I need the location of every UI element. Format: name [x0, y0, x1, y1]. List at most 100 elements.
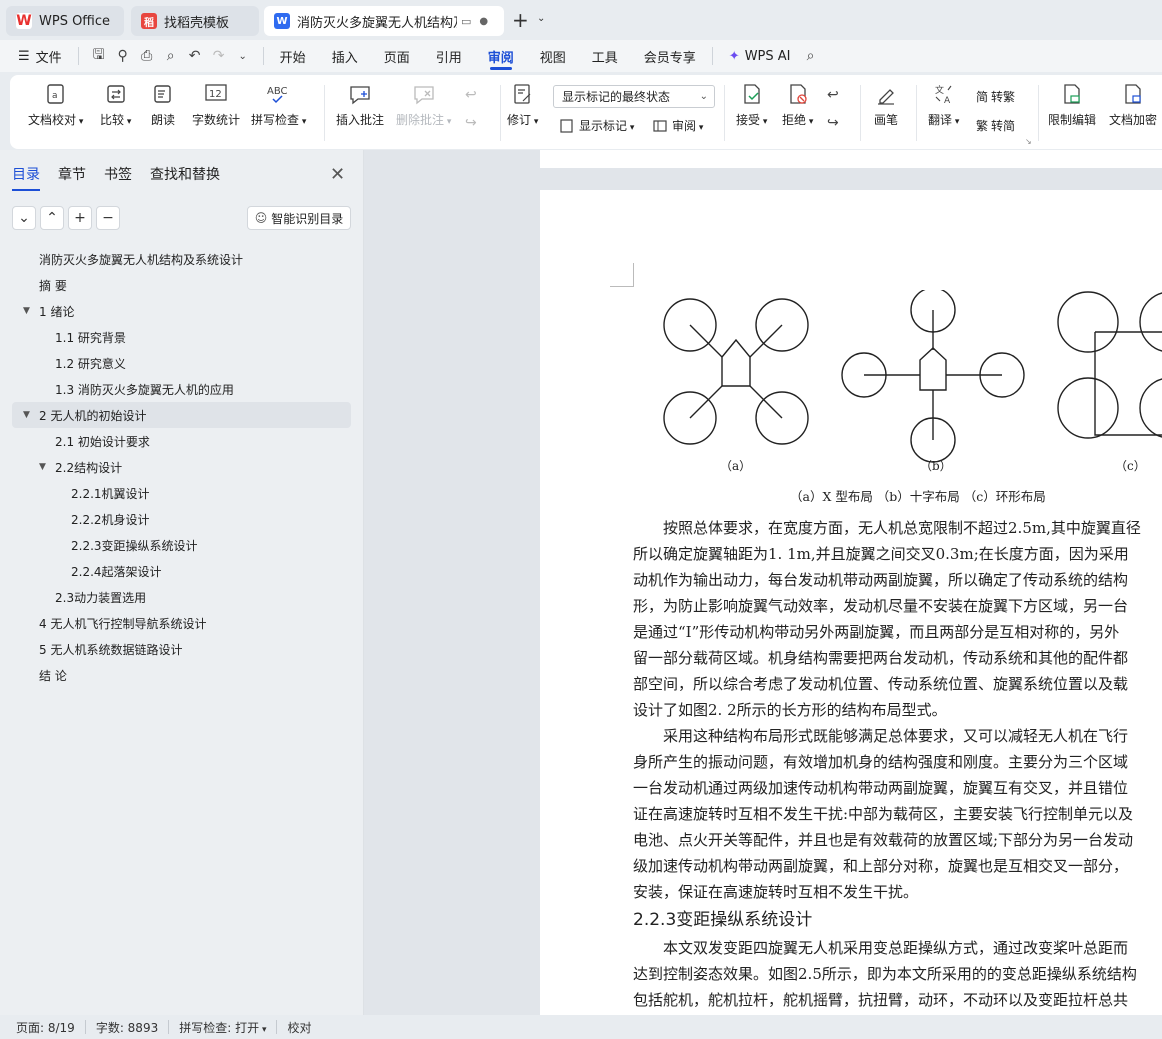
doc-proof-button[interactable]: a 文档校对	[28, 83, 83, 128]
restrict-edit-button[interactable]: 限制编辑	[1048, 83, 1096, 128]
collapse-up-button[interactable]: ⌃	[40, 206, 64, 230]
prev-change-icon[interactable]: ↩	[827, 87, 839, 103]
toc-item[interactable]: 2.2.2机身设计	[12, 506, 351, 532]
spell-check-toggle[interactable]: 拼写检查: 打开	[179, 1019, 276, 1036]
page-indicator[interactable]: 页面: 8/19	[16, 1019, 85, 1036]
menu-tab-review[interactable]: 审阅	[480, 40, 522, 72]
toc-item[interactable]: 2.3动力装置选用	[12, 584, 351, 610]
tab-bookmarks[interactable]: 书签	[104, 164, 132, 191]
next-comment-icon[interactable]: ↪	[465, 115, 477, 131]
toc-item[interactable]: ▼ 2 无人机的初始设计	[12, 402, 351, 428]
menu-tab-insert[interactable]: 插入	[324, 40, 366, 72]
toc-item[interactable]: 1.2 研究意义	[12, 350, 351, 376]
next-change-icon[interactable]: ↪	[827, 115, 839, 131]
add-heading-button[interactable]: +	[68, 206, 92, 230]
chevron-up-icon: ⌃	[46, 210, 58, 226]
tab-wps-office[interactable]: W WPS Office	[6, 6, 124, 36]
toc-item[interactable]: 2.2.3变距操纵系统设计	[12, 532, 351, 558]
new-tab-plus-icon[interactable]: +	[512, 8, 529, 32]
toc-item[interactable]: 1.3 消防灭火多旋翼无人机的应用	[12, 376, 351, 402]
wps-ai-button[interactable]: ✦ WPS AI	[721, 40, 799, 72]
expand-triangle-icon[interactable]: ▼	[23, 306, 30, 316]
accept-icon	[744, 84, 760, 104]
dialog-launcher-icon[interactable]: ↘	[1025, 137, 1032, 146]
menu-tab-member[interactable]: 会员专享	[636, 40, 704, 72]
review-pane-button[interactable]: 审阅	[652, 117, 703, 134]
tab-sections[interactable]: 章节	[58, 164, 86, 191]
prev-comment-icon[interactable]: ↩	[465, 87, 477, 103]
to-simplified-button[interactable]: 繁 转简	[976, 117, 1015, 134]
delete-comment-icon	[414, 86, 434, 105]
toc-item[interactable]: ▼ 1 绪论	[12, 298, 351, 324]
word-count-indicator[interactable]: 字数: 8893	[96, 1019, 168, 1036]
redo-icon[interactable]: ↷	[207, 44, 231, 68]
toc-item[interactable]: 2.1 初始设计要求	[12, 428, 351, 454]
encrypt-button[interactable]: 文档加密	[1109, 83, 1157, 128]
search-icon[interactable]: ⌕	[799, 44, 823, 68]
toc-item-label: 1.3 消防灭火多旋翼无人机的应用	[55, 382, 234, 397]
tab-list-chevron-icon[interactable]: ⌄	[537, 13, 545, 24]
tab-current-document[interactable]: W 消防灭火多旋翼无人机结构及系 ▭ ●	[264, 6, 504, 36]
title-tab-bar: W WPS Office 稻 找稻壳模板 W 消防灭火多旋翼无人机结构及系 ▭ …	[0, 0, 1162, 40]
tab-find-replace[interactable]: 查找和替换	[150, 164, 220, 191]
menu-tab-home[interactable]: 开始	[272, 40, 314, 72]
undo-icon[interactable]: ↶	[183, 44, 207, 68]
menu-tab-references[interactable]: 引用	[428, 40, 470, 72]
delete-comment-button[interactable]: 删除批注	[396, 83, 451, 128]
reject-icon	[790, 84, 807, 104]
expand-triangle-icon[interactable]: ▼	[23, 410, 30, 420]
close-icon[interactable]: ✕	[330, 164, 345, 185]
toc-item[interactable]: 1.1 研究背景	[12, 324, 351, 350]
word-count-button[interactable]: 12 字数统计	[192, 83, 240, 128]
label: 拒绝	[782, 111, 813, 128]
menu-tab-tools[interactable]: 工具	[584, 40, 626, 72]
proof-indicator[interactable]: 校对	[287, 1019, 321, 1036]
text-line: 本文双发变距四旋翼无人机采用变总距操纵方式，通过改变桨叶总距而	[663, 939, 1129, 957]
toc-item[interactable]: ▼ 2.2结构设计	[12, 454, 351, 480]
toc-item[interactable]: 消防灭火多旋翼无人机结构及系统设计	[12, 246, 351, 272]
remove-heading-button[interactable]: −	[96, 206, 120, 230]
quick-access-chevron-icon[interactable]: ⌄	[231, 44, 255, 68]
show-markup-button[interactable]: 显示标记	[559, 117, 634, 134]
revise-button[interactable]: 修订	[507, 83, 538, 128]
compare-button[interactable]: 比较	[100, 83, 131, 128]
tab-toc[interactable]: 目录	[12, 164, 40, 191]
toc-item[interactable]: 结 论	[12, 662, 351, 688]
menu-tab-view[interactable]: 视图	[532, 40, 574, 72]
read-aloud-button[interactable]: 朗读	[151, 83, 175, 128]
rotor-circle	[1139, 378, 1162, 438]
menu-tab-page[interactable]: 页面	[376, 40, 418, 72]
ink-button[interactable]: 画笔	[874, 83, 898, 128]
document-canvas[interactable]: （a） （b） （c） （a）X 型布局 （b）十字布局 （c）环形布局 按照总…	[364, 150, 1162, 1015]
toc-item-label: 2.2.3变距操纵系统设计	[71, 538, 198, 553]
wps-ai-label: WPS AI	[744, 48, 791, 64]
toc-item[interactable]: 2.2.1机翼设计	[12, 480, 351, 506]
share-link-icon[interactable]: ⚲	[111, 44, 135, 68]
translate-button[interactable]: 文A 翻译	[928, 83, 959, 128]
print-icon[interactable]: ⎙	[135, 44, 159, 68]
smart-toc-button[interactable]: ☺ 智能识别目录	[247, 206, 351, 230]
close-tab-dot-icon[interactable]: ●	[479, 16, 488, 27]
text-line: 是通过“I”形传动机构带动另外两副旋翼，而且两部分是互相对称的，另外	[633, 623, 1120, 641]
markup-state-select[interactable]: 显示标记的最终状态 ⌄	[553, 85, 715, 108]
to-traditional-button[interactable]: 简 转繁	[976, 88, 1015, 105]
save-icon[interactable]: 🖫	[87, 44, 111, 68]
expand-triangle-icon[interactable]: ▼	[39, 462, 46, 472]
navigation-pane: 目录 章节 书签 查找和替换 ✕ ⌄ ⌃ + − ☺ 智能识别目录 消防灭火多旋…	[0, 150, 364, 1015]
tab-docer[interactable]: 稻 找稻壳模板	[131, 6, 259, 36]
monitor-icon[interactable]: ▭	[461, 15, 471, 28]
file-menu[interactable]: ☰ 文件	[0, 40, 70, 72]
spell-check-button[interactable]: ABC 拼写检查	[251, 83, 306, 128]
toc-item[interactable]: 4 无人机飞行控制导航系统设计	[12, 610, 351, 636]
tab-label: 消防灭火多旋翼无人机结构及系	[297, 15, 457, 31]
toc-item[interactable]: 2.2.4起落架设计	[12, 558, 351, 584]
toc-item[interactable]: 摘 要	[12, 272, 351, 298]
accept-button[interactable]: 接受	[736, 83, 767, 128]
print-preview-icon[interactable]: ⌕	[159, 44, 183, 68]
toc-item[interactable]: 5 无人机系统数据链路设计	[12, 636, 351, 662]
document-page[interactable]: （a） （b） （c） （a）X 型布局 （b）十字布局 （c）环形布局 按照总…	[540, 190, 1162, 1015]
insert-comment-button[interactable]: 插入批注	[336, 83, 384, 128]
body-text[interactable]: 按照总体要求，在宽度方面，无人机总宽限制不超过2.5m,其中旋翼直径 所以确定旋翼…	[633, 515, 1162, 1013]
expand-down-button[interactable]: ⌄	[12, 206, 36, 230]
reject-button[interactable]: 拒绝	[782, 83, 813, 128]
